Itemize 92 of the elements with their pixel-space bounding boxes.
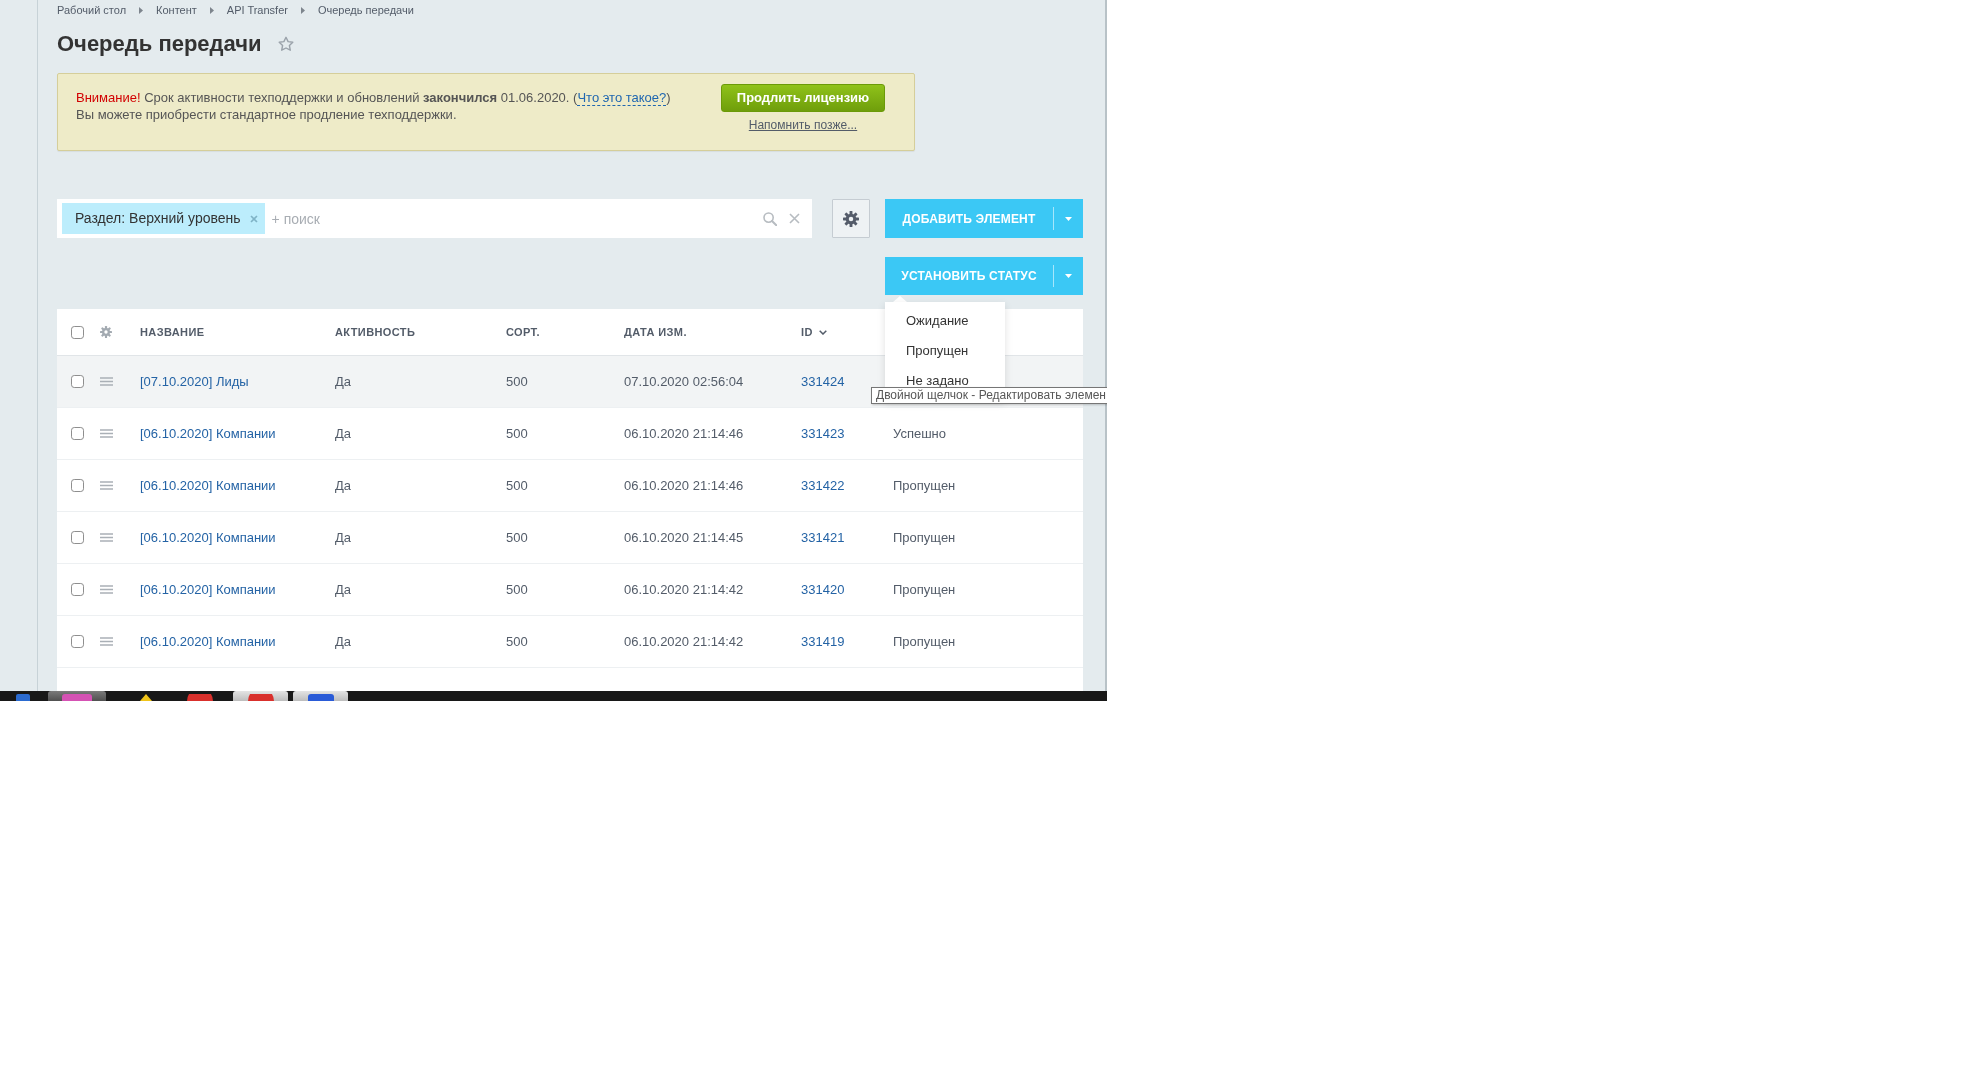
status-cell: Пропущен	[893, 581, 956, 597]
menu-icon[interactable]	[100, 533, 113, 542]
taskbar-button[interactable]	[233, 691, 288, 701]
menu-icon[interactable]	[100, 377, 113, 386]
date-cell: 06.10.2020 21:14:42	[624, 633, 744, 649]
activity-cell: Да	[335, 425, 352, 441]
taskbar-button[interactable]	[48, 691, 106, 701]
id-link[interactable]: 331420	[801, 581, 845, 597]
row-checkbox[interactable]	[71, 427, 84, 440]
row-checkbox[interactable]	[71, 479, 84, 492]
status-cell: Пропущен	[893, 529, 956, 545]
activity-cell: Да	[335, 529, 352, 545]
column-header[interactable]: ДАТА ИЗМ.	[624, 324, 687, 341]
status-cell: Пропущен	[893, 477, 956, 493]
activity-cell: Да	[335, 581, 352, 597]
chevron-down-icon	[818, 330, 827, 335]
item-name-link[interactable]: [06.10.2020] Компании	[140, 581, 276, 597]
menu-icon[interactable]	[100, 481, 113, 490]
row-checkbox[interactable]	[71, 531, 84, 544]
tooltip: Двойной щелчок - Редактировать элемен	[871, 387, 1107, 404]
search-input[interactable]: + поиск	[264, 207, 751, 230]
id-link[interactable]: 331424	[801, 373, 845, 389]
taskbar-button[interactable]	[293, 691, 348, 701]
item-name-link[interactable]: [07.10.2020] Лиды	[140, 373, 249, 389]
activity-cell: Да	[335, 633, 352, 649]
column-header[interactable]: НАЗВАНИЕ	[140, 324, 205, 341]
breadcrumb-link[interactable]: Контент	[156, 3, 197, 17]
sort-cell: 500	[506, 633, 528, 649]
triangle-icon[interactable]	[140, 694, 152, 701]
help-link[interactable]: Что это такое?	[577, 90, 667, 106]
notice-text: Вы можете приобрести стандартное продление техподдержки.	[76, 106, 458, 123]
filter-tag[interactable]: Раздел: Верхний уровень	[62, 203, 265, 234]
close-icon[interactable]	[249, 214, 258, 223]
status-cell: Успешно	[893, 425, 946, 441]
column-header[interactable]: ID	[801, 324, 827, 341]
sort-cell: 500	[506, 373, 528, 389]
caret-right-icon	[209, 6, 214, 14]
caret-right-icon	[300, 6, 305, 14]
caret-right-icon	[139, 6, 144, 14]
table-row[interactable]: [06.10.2020] Компании Да 500 06.10.2020 21:14:46 331423 Успешно	[57, 408, 1083, 460]
breadcrumb-link[interactable]: Рабочий стол	[57, 3, 127, 17]
column-header[interactable]: СОРТ.	[506, 324, 540, 341]
menu-icon[interactable]	[100, 429, 113, 438]
filter-search-field[interactable]: Раздел: Верхний уровень + поиск	[57, 199, 812, 238]
remind-later-link[interactable]: Напомнить позже...	[748, 118, 858, 132]
settings-button[interactable]	[832, 199, 870, 238]
dropdown-toggle-button[interactable]	[1053, 199, 1083, 238]
sort-cell: 500	[506, 477, 528, 493]
breadcrumb-link[interactable]: Очередь передачи	[317, 3, 414, 17]
close-icon[interactable]	[789, 213, 800, 224]
activity-cell: Да	[335, 373, 352, 389]
row-checkbox[interactable]	[71, 635, 84, 648]
search-icon[interactable]	[763, 211, 777, 226]
date-cell: 06.10.2020 21:14:45	[624, 529, 744, 545]
id-link[interactable]: 331423	[801, 425, 845, 441]
table-row[interactable]: [06.10.2020] Компании Да 500 06.10.2020 21:14:45 331421 Пропущен	[57, 512, 1083, 564]
status-cell: Пропущен	[893, 633, 956, 649]
item-name-link[interactable]: [06.10.2020] Компании	[140, 529, 276, 545]
id-link[interactable]: 331422	[801, 477, 845, 493]
sort-cell: 500	[506, 581, 528, 597]
row-checkbox[interactable]	[71, 375, 84, 388]
id-link[interactable]: 331421	[801, 529, 845, 545]
settings-icon	[843, 210, 859, 227]
sort-cell: 500	[506, 425, 528, 441]
row-checkbox[interactable]	[71, 583, 84, 596]
dropdown-toggle-button[interactable]	[1053, 257, 1083, 295]
caret-down-icon	[1064, 274, 1072, 278]
item-name-link[interactable]: [06.10.2020] Компании	[140, 477, 276, 493]
table-row[interactable]: [06.10.2020] Компании Да 500 06.10.2020 21:14:42 331419 Пропущен	[57, 616, 1083, 668]
date-cell: 06.10.2020 21:14:46	[624, 425, 744, 441]
column-header[interactable]: АКТИВНОСТЬ	[335, 324, 416, 341]
activity-cell: Да	[335, 477, 352, 493]
caret-down-icon	[1064, 216, 1072, 221]
sort-cell: 500	[506, 529, 528, 545]
item-name-link[interactable]: [06.10.2020] Компании	[140, 633, 276, 649]
breadcrumb-link[interactable]: API Transfer	[226, 3, 288, 17]
menu-icon[interactable]	[100, 585, 113, 594]
menu-item[interactable]: Ожидание	[885, 306, 1005, 336]
table-row[interactable]: [06.10.2020] Компании Да 500 06.10.2020 21:14:42 331420 Пропущен	[57, 564, 1083, 616]
star-icon[interactable]	[277, 36, 294, 52]
menu-icon[interactable]	[100, 637, 113, 646]
settings-icon[interactable]	[100, 326, 112, 338]
table-row[interactable]: [06.10.2020] Компании Да 500 06.10.2020 21:14:46 331422 Пропущен	[57, 460, 1083, 512]
select-all-checkbox[interactable]	[71, 325, 84, 339]
item-name-link[interactable]: [06.10.2020] Компании	[140, 425, 276, 441]
date-cell: 07.10.2020 02:56:04	[624, 373, 744, 389]
date-cell: 06.10.2020 21:14:42	[624, 581, 744, 597]
page-title: Очередь передачи	[57, 30, 262, 58]
start-icon[interactable]	[16, 694, 30, 701]
id-link[interactable]: 331419	[801, 633, 845, 649]
date-cell: 06.10.2020 21:14:46	[624, 477, 744, 493]
notice-text: Внимание! Срок активности техподдержки и обновлений закончился 01.06.2020. (Что это такое?)	[76, 89, 671, 106]
